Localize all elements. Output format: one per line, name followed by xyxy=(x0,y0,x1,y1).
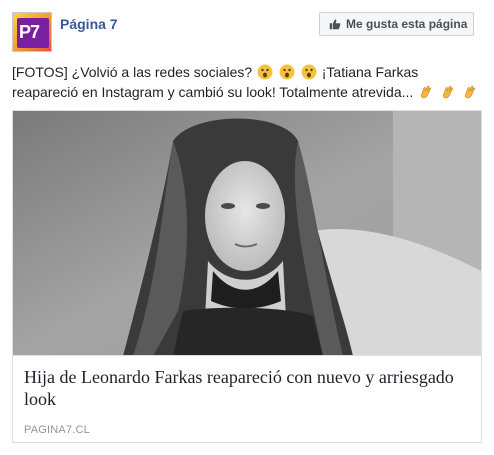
clapping-hands-icon xyxy=(442,85,454,99)
clapping-hands-icon xyxy=(420,85,432,99)
astonished-face-icon xyxy=(301,64,317,80)
link-preview-image[interactable] xyxy=(13,111,481,356)
post-message: [FOTOS] ¿Volvió a las redes sociales? ¡T… xyxy=(12,62,482,102)
clapping-hands-icon xyxy=(464,85,476,99)
logo-text: P7 xyxy=(19,22,40,42)
link-preview-title[interactable]: Hija de Leonardo Farkas reapareció con n… xyxy=(24,366,464,410)
link-preview-domain: PAGINA7.CL xyxy=(24,424,90,436)
astonished-face-icon xyxy=(279,64,295,80)
post-header: P7 Página 7 Me gusta esta página xyxy=(12,12,482,52)
link-preview-card[interactable]: Hija de Leonardo Farkas reapareció con n… xyxy=(12,110,482,443)
portrait-photo xyxy=(13,111,481,355)
astonished-face-icon xyxy=(257,64,273,80)
thumbs-up-icon xyxy=(329,19,341,30)
page-name-link[interactable]: Página 7 xyxy=(60,16,118,32)
like-page-button[interactable]: Me gusta esta página xyxy=(319,12,474,36)
like-button-label: Me gusta esta página xyxy=(346,17,468,31)
post-text-part1: [FOTOS] ¿Volvió a las redes sociales? xyxy=(12,64,253,80)
page-logo[interactable]: P7 xyxy=(12,12,52,52)
